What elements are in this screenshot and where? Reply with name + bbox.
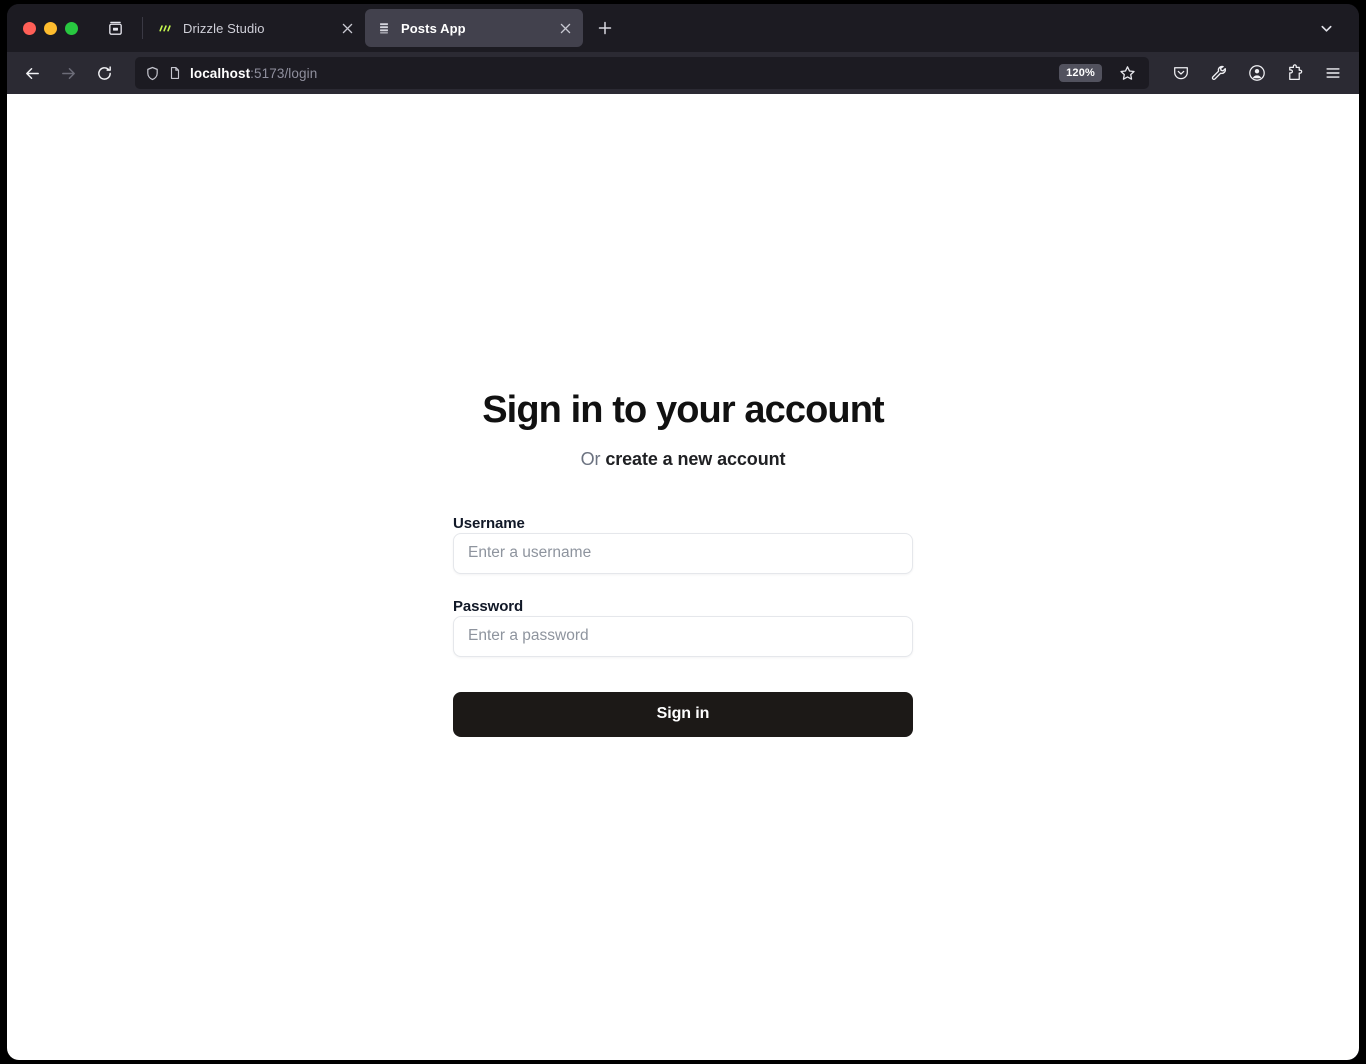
close-tab-drizzle-studio[interactable] [337,18,357,38]
close-tab-posts-app[interactable] [555,18,575,38]
toolbar-right-icons [1165,57,1349,89]
window-traffic-lights [17,21,88,35]
tab-title-drizzle-studio: Drizzle Studio [183,20,265,36]
extensions-button[interactable] [1279,57,1311,89]
tab-title-posts-app: Posts App [401,20,466,36]
shield-glyph [147,66,158,80]
browser-window: Drizzle Studio Posts App localhost:5173/… [7,4,1359,1060]
document-lines-glyph [380,23,388,34]
signup-prompt-prefix: Or [580,448,606,469]
username-label: Username [453,514,525,532]
maximize-window-button[interactable] [65,21,78,35]
shield-icon[interactable] [145,66,160,81]
tab-divider [142,17,143,39]
page-document-glyph [170,67,180,79]
drizzle-slashes-glyph [158,24,171,32]
url-host: localhost [190,65,251,81]
login-page: Sign in to your account Or create a new … [7,94,1359,1060]
close-icon [342,23,352,33]
login-form: Username Password Sign in [453,515,913,737]
forward-button[interactable] [51,57,85,89]
new-tab-button[interactable] [589,12,621,44]
plus-icon [598,21,612,35]
firefox-view-button[interactable] [98,12,132,44]
url-bar[interactable]: localhost:5173/login 120% [135,57,1149,89]
close-icon [560,23,570,33]
sign-in-button[interactable]: Sign in [453,691,913,737]
page-title: Sign in to your account [482,389,884,431]
username-field-group: Username [453,515,913,574]
pocket-icon [1174,67,1188,80]
page-document-icon[interactable] [168,66,182,80]
minimize-window-button[interactable] [44,21,57,35]
forward-arrow-icon [61,67,75,79]
list-all-tabs-button[interactable] [1311,13,1341,43]
navigation-toolbar: localhost:5173/login 120% [7,52,1359,94]
username-input[interactable] [453,532,913,574]
account-circle-icon [1249,65,1265,81]
app-menu-button[interactable] [1317,57,1349,89]
back-arrow-icon [25,67,39,79]
wrench-icon [1211,65,1227,81]
hamburger-menu-icon [1326,68,1340,78]
zoom-level-badge[interactable]: 120% [1059,64,1102,82]
bookmark-button[interactable] [1113,59,1141,87]
extensions-puzzle-icon [1289,64,1303,81]
star-icon [1119,65,1135,80]
tab-posts-app[interactable]: Posts App [365,9,583,47]
devtools-button[interactable] [1203,57,1235,89]
password-input[interactable] [453,615,913,657]
url-path: :5173/login [250,65,318,81]
create-account-link[interactable]: create a new account [605,449,785,469]
account-button[interactable] [1241,57,1273,89]
url-text: localhost:5173/login [190,66,1051,81]
close-window-button[interactable] [23,21,36,35]
password-field-group: Password [453,598,913,657]
page-viewport: Sign in to your account Or create a new … [7,94,1359,1060]
drizzle-slashes-icon [158,20,174,36]
password-label: Password [453,597,524,615]
reload-button[interactable] [87,57,121,89]
back-button[interactable] [15,57,49,89]
pocket-button[interactable] [1165,57,1197,89]
firefox-view-icon [108,21,122,35]
signup-prompt: Or create a new account [581,449,786,470]
reload-icon [97,65,111,80]
document-lines-icon [376,20,392,36]
tab-drizzle-studio[interactable]: Drizzle Studio [147,9,365,47]
chevron-down-icon [1320,25,1332,32]
tab-strip: Drizzle Studio Posts App [7,4,1359,52]
